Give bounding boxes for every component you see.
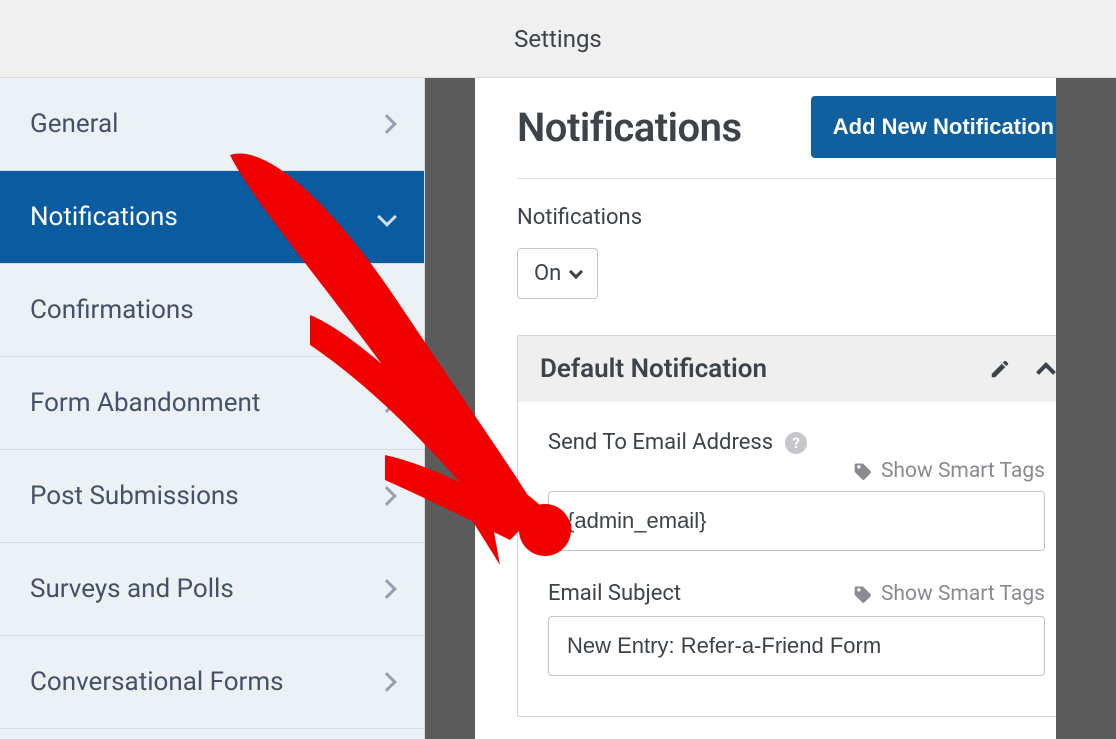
sidebar-item-notifications[interactable]: Notifications	[0, 171, 424, 264]
card-header-actions	[989, 358, 1053, 380]
chevron-right-icon	[377, 300, 397, 320]
notification-card: Default Notification Send To Email Addre…	[517, 335, 1076, 717]
field-send-to: Send To Email Address ? Show Smart Tags	[548, 430, 1045, 551]
sidebar-item-conversational-forms[interactable]: Conversational Forms	[0, 636, 424, 729]
email-subject-input[interactable]	[548, 616, 1045, 676]
field-label: Email Subject	[548, 581, 681, 606]
chevron-right-icon	[377, 114, 397, 134]
edit-icon[interactable]	[989, 358, 1011, 380]
notifications-toggle-select[interactable]: On	[517, 248, 598, 299]
field-email-subject: Email Subject Show Smart Tags	[548, 581, 1045, 676]
sidebar-item-post-submissions[interactable]: Post Submissions	[0, 450, 424, 543]
sidebar-item-label: Conversational Forms	[30, 667, 284, 697]
show-smart-tags-link[interactable]: Show Smart Tags	[853, 459, 1045, 483]
sidebar-item-label: Surveys and Polls	[30, 574, 234, 604]
sidebar-item-label: General	[30, 109, 118, 139]
show-smart-tags-link[interactable]: Show Smart Tags	[853, 582, 1045, 606]
toggle-value: On	[534, 261, 561, 286]
chevron-right-icon	[377, 672, 397, 692]
sidebar-item-label: Notifications	[30, 202, 178, 232]
sidebar-item-general[interactable]: General	[0, 78, 424, 171]
panel-heading: Notifications	[517, 104, 742, 151]
divider-strip	[425, 78, 475, 739]
tag-icon	[853, 584, 873, 604]
chevron-down-icon	[569, 264, 583, 278]
sidebar-item-form-abandonment[interactable]: Form Abandonment	[0, 357, 424, 450]
field-label: Send To Email Address	[548, 430, 773, 455]
notification-card-title: Default Notification	[540, 354, 767, 384]
notifications-toggle-label: Notifications	[517, 205, 1076, 230]
sidebar-item-label: Form Abandonment	[30, 388, 260, 418]
chevron-up-icon[interactable]	[1036, 362, 1056, 382]
smart-tags-label: Show Smart Tags	[881, 459, 1045, 483]
add-new-notification-button[interactable]: Add New Notification	[811, 96, 1076, 158]
send-to-email-input[interactable]	[548, 491, 1045, 551]
chevron-right-icon	[377, 579, 397, 599]
right-divider-strip	[1056, 78, 1116, 739]
top-bar: Settings	[0, 0, 1116, 78]
main-panel: Notifications Add New Notification Notif…	[475, 78, 1116, 739]
panel-header: Notifications Add New Notification	[517, 96, 1076, 179]
settings-sidebar: General Notifications Confirmations Form…	[0, 78, 425, 739]
chevron-right-icon	[377, 486, 397, 506]
notification-card-header: Default Notification	[518, 336, 1075, 402]
notification-card-body: Send To Email Address ? Show Smart Tags	[518, 402, 1075, 716]
page-title: Settings	[514, 25, 602, 53]
chevron-down-icon	[377, 207, 397, 227]
tag-icon	[853, 461, 873, 481]
help-icon[interactable]: ?	[785, 432, 807, 454]
sidebar-item-label: Confirmations	[30, 295, 194, 325]
layout: General Notifications Confirmations Form…	[0, 78, 1116, 739]
smart-tags-label: Show Smart Tags	[881, 582, 1045, 606]
sidebar-item-label: Post Submissions	[30, 481, 239, 511]
sidebar-item-surveys-polls[interactable]: Surveys and Polls	[0, 543, 424, 636]
sidebar-item-confirmations[interactable]: Confirmations	[0, 264, 424, 357]
chevron-right-icon	[377, 393, 397, 413]
